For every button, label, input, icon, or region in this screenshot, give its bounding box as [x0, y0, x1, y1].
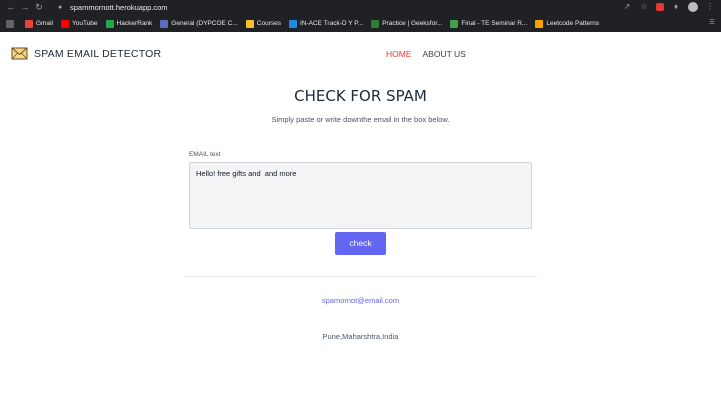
- bookmark-youtube[interactable]: YouTube: [60, 19, 98, 28]
- check-button[interactable]: check: [335, 232, 386, 255]
- hackerrank-icon: [105, 19, 114, 28]
- profile-avatar[interactable]: [688, 2, 698, 12]
- nav-home-link[interactable]: HOME: [386, 49, 412, 59]
- url-text: spammornott.herokuapp.com: [70, 2, 168, 12]
- page-subtitle: Simply paste or write downthe email in t…: [271, 115, 450, 124]
- c-logo-icon: [288, 19, 297, 28]
- bookmarks-bar: Gmail YouTube HackerRank General (DYPCOE…: [0, 15, 721, 32]
- bookmark-seminar[interactable]: Final - TE Seminar R...: [450, 19, 527, 28]
- menu-icon[interactable]: ⋮: [705, 2, 715, 12]
- page-title: CHECK FOR SPAM: [294, 87, 427, 105]
- extension-icon[interactable]: [656, 3, 664, 11]
- apps-icon: [6, 19, 14, 28]
- share-icon[interactable]: ↗: [622, 2, 632, 12]
- bookmark-gmail[interactable]: Gmail: [25, 19, 53, 28]
- bookmark-courses[interactable]: Courses: [245, 19, 281, 28]
- back-icon[interactable]: ←: [4, 0, 18, 14]
- forward-icon[interactable]: →: [18, 0, 32, 14]
- bookmark-general[interactable]: General (DYPCOE C...: [160, 19, 238, 28]
- bookmark-leetcode[interactable]: Leetcode Patterns: [535, 19, 599, 28]
- lock-icon: ●: [58, 3, 63, 11]
- leaf-icon: [450, 19, 459, 28]
- leetcode-icon: [535, 19, 544, 28]
- email-text-input[interactable]: [189, 162, 532, 229]
- mail-logo-icon: [11, 47, 28, 60]
- nav-about-link[interactable]: ABOUT US: [423, 49, 466, 59]
- address-bar[interactable]: ● spammornott.herokuapp.com: [56, 1, 644, 13]
- contact-address: Pune,Maharshtra,India: [322, 332, 399, 341]
- bookmark-inace[interactable]: IN-ACE Track-D Y P...: [288, 19, 363, 28]
- apps-shortcut[interactable]: [6, 19, 17, 28]
- address-row: ← → ↻ ● spammornott.herokuapp.com ↗ ☆ ♦ …: [0, 0, 721, 14]
- star-icon[interactable]: ☆: [639, 2, 649, 12]
- folder-icon: [245, 19, 254, 28]
- contact-email-link[interactable]: spamornot@email.com: [0, 296, 721, 305]
- nav-links: HOME ABOUT US: [386, 49, 466, 59]
- youtube-icon: [60, 19, 69, 28]
- puzzle-icon[interactable]: ♦: [671, 2, 681, 12]
- toolbar-icons: ↗ ☆ ♦ ⋮: [622, 0, 721, 14]
- browser-chrome: ← → ↻ ● spammornott.herokuapp.com ↗ ☆ ♦ …: [0, 0, 721, 32]
- teams-icon: [160, 19, 169, 28]
- brand-title[interactable]: SPAM EMAIL DETECTOR: [34, 48, 161, 60]
- bookmark-geeksforgeeks[interactable]: Practice | Geeksfor...: [371, 19, 442, 28]
- gfg-icon: [371, 19, 380, 28]
- site-navbar: SPAM EMAIL DETECTOR HOME ABOUT US: [0, 38, 721, 70]
- email-text-label: EMAIL text: [189, 151, 221, 158]
- footer-divider: [184, 276, 537, 277]
- reading-list-icon[interactable]: ☰: [709, 18, 715, 26]
- gmail-icon: [25, 19, 33, 28]
- bookmark-hackerrank[interactable]: HackerRank: [105, 19, 152, 28]
- reload-icon[interactable]: ↻: [32, 0, 46, 14]
